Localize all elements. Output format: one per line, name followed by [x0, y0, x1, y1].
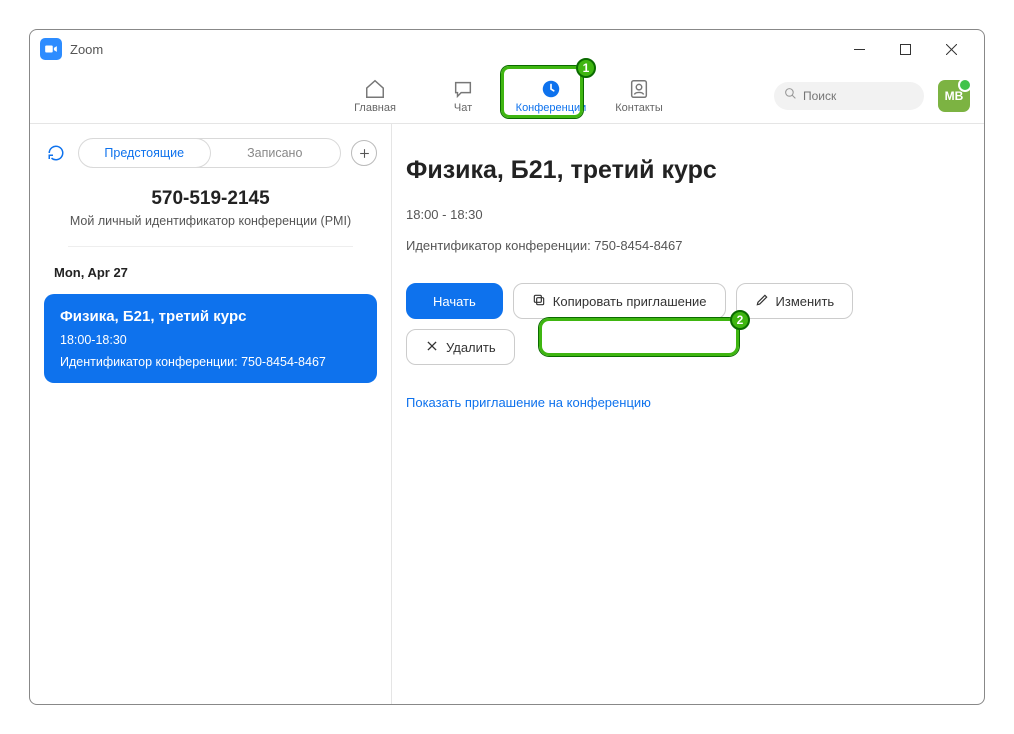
annotation-badge-1: 1 [576, 58, 596, 78]
tabs-segment: Предстоящие Записано [78, 138, 341, 168]
nav-home[interactable]: Главная [336, 72, 414, 120]
meeting-card-id: Идентификатор конференции: 750-8454-8467 [60, 355, 361, 369]
nav-tabs: Главная Чат Конференции Контакты [336, 72, 678, 120]
annotation-badge-2: 2 [730, 310, 750, 330]
edit-label: Изменить [776, 294, 835, 309]
add-meeting-button[interactable] [351, 140, 377, 166]
refresh-button[interactable] [44, 141, 68, 165]
window-controls [836, 33, 974, 65]
navbar-right: МВ [774, 80, 970, 112]
app-window: Zoom Главная Чат Конференции Контакты [29, 29, 985, 705]
search-box[interactable] [774, 82, 924, 110]
sidebar: Предстоящие Записано 570-519-2145 Мой ли… [30, 124, 392, 704]
contacts-icon [628, 78, 650, 100]
pmi-block[interactable]: 570-519-2145 Мой личный идентификатор ко… [68, 188, 353, 247]
pmi-label: Мой личный идентификатор конференции (PM… [68, 214, 353, 228]
delete-button[interactable]: Удалить [406, 329, 515, 365]
tab-recorded[interactable]: Записано [210, 139, 341, 167]
navbar: Главная Чат Конференции Контакты МВ [30, 68, 984, 124]
meeting-id: Идентификатор конференции: 750-8454-8467 [406, 238, 970, 253]
edit-button[interactable]: Изменить [736, 283, 854, 319]
home-icon [364, 78, 386, 100]
date-header: Mon, Apr 27 [54, 265, 377, 280]
button-row: Начать Копировать приглашение Изменить У… [406, 283, 970, 365]
titlebar: Zoom [30, 30, 984, 68]
nav-label: Конференции [516, 102, 587, 114]
clock-icon [540, 78, 562, 100]
chat-icon [452, 78, 474, 100]
pencil-icon [755, 293, 769, 310]
meeting-time: 18:00 - 18:30 [406, 207, 970, 222]
search-input[interactable] [803, 89, 903, 103]
nav-label: Главная [354, 102, 396, 114]
pmi-number: 570-519-2145 [68, 188, 353, 210]
show-invite-link[interactable]: Показать приглашение на конференцию [406, 395, 970, 410]
nav-chat[interactable]: Чат [424, 72, 502, 120]
meeting-card[interactable]: Физика, Б21, третий курс 18:00-18:30 Иде… [44, 294, 377, 383]
copy-icon [532, 293, 546, 310]
start-button[interactable]: Начать [406, 283, 503, 319]
copy-invite-button[interactable]: Копировать приглашение [513, 283, 726, 319]
meeting-card-time: 18:00-18:30 [60, 333, 361, 347]
zoom-logo-icon [40, 38, 62, 60]
x-icon [425, 339, 439, 356]
meeting-title: Физика, Б21, третий курс [406, 156, 970, 185]
content: Предстоящие Записано 570-519-2145 Мой ли… [30, 124, 984, 704]
avatar[interactable]: МВ [938, 80, 970, 112]
delete-label: Удалить [446, 340, 496, 355]
minimize-button[interactable] [836, 33, 882, 65]
nav-label: Чат [454, 102, 472, 114]
copy-invite-label: Копировать приглашение [553, 294, 707, 309]
nav-contacts[interactable]: Контакты [600, 72, 678, 120]
nav-label: Контакты [615, 102, 663, 114]
close-button[interactable] [928, 33, 974, 65]
meeting-card-title: Физика, Б21, третий курс [60, 308, 361, 325]
search-icon [784, 87, 797, 105]
main-panel: Физика, Б21, третий курс 18:00 - 18:30 И… [392, 124, 984, 704]
tab-upcoming[interactable]: Предстоящие [79, 139, 210, 167]
maximize-button[interactable] [882, 33, 928, 65]
nav-meetings[interactable]: Конференции [512, 72, 590, 120]
app-title: Zoom [70, 42, 103, 57]
sidebar-top: Предстоящие Записано [44, 138, 377, 168]
